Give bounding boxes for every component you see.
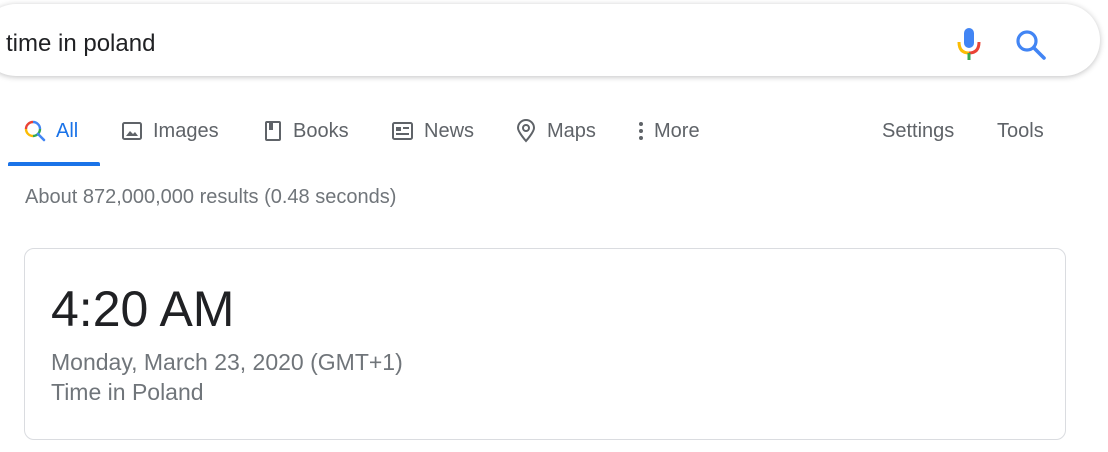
book-icon xyxy=(263,120,283,142)
more-vert-icon xyxy=(636,120,646,142)
multicolor-search-icon xyxy=(24,120,46,142)
current-time: 4:20 AM xyxy=(51,281,235,337)
tab-images[interactable]: Images xyxy=(121,100,219,162)
tab-all-label: All xyxy=(56,119,79,142)
search-tabs: All Images Books News Maps More Settings… xyxy=(0,100,1108,168)
tab-images-label: Images xyxy=(153,119,219,142)
image-icon xyxy=(121,120,143,142)
tab-more-label: More xyxy=(654,119,700,142)
search-icon[interactable] xyxy=(1014,28,1048,62)
tab-news-label: News xyxy=(424,119,475,142)
current-date: Monday, March 23, 2020 (GMT+1) xyxy=(51,349,403,375)
map-pin-icon xyxy=(515,119,537,143)
settings-label: Settings xyxy=(882,119,955,142)
tools-link[interactable]: Tools xyxy=(997,100,1044,162)
tab-maps[interactable]: Maps xyxy=(515,100,596,162)
tab-maps-label: Maps xyxy=(547,119,596,142)
news-icon xyxy=(391,120,414,142)
time-location: Time in Poland xyxy=(51,379,204,405)
tools-label: Tools xyxy=(997,119,1044,142)
microphone-icon[interactable] xyxy=(955,26,983,62)
search-box xyxy=(0,4,1100,76)
active-tab-indicator xyxy=(8,162,100,166)
search-results-page: All Images Books xyxy=(0,0,1108,452)
result-stats: About 872,000,000 results (0.48 seconds) xyxy=(25,186,397,208)
tab-books[interactable]: Books xyxy=(263,100,349,162)
settings-link[interactable]: Settings xyxy=(882,100,954,162)
tab-news[interactable]: News xyxy=(391,100,474,162)
tab-more[interactable]: More xyxy=(636,100,700,162)
time-card: 4:20 AM Monday, March 23, 2020 (GMT+1) T… xyxy=(24,248,1066,440)
search-input[interactable] xyxy=(6,26,906,62)
tab-books-label: Books xyxy=(293,119,349,142)
tab-all[interactable]: All xyxy=(24,100,78,162)
